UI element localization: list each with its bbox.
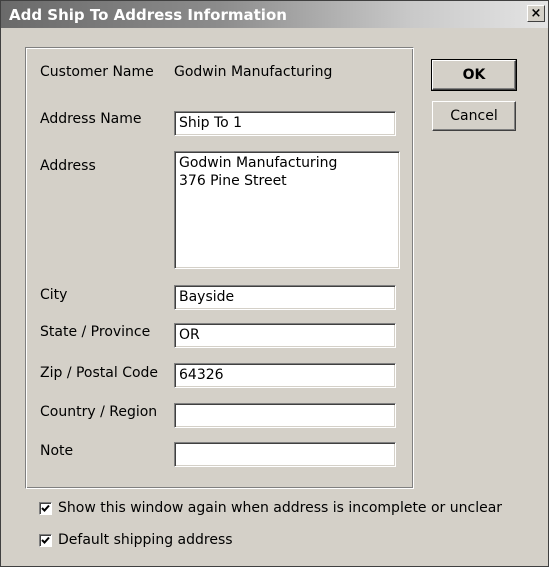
state-label: State / Province (40, 324, 151, 340)
address-textarea[interactable]: Godwin Manufacturing 376 Pine Street (174, 151, 400, 269)
zip-field[interactable]: 64326 (174, 363, 396, 388)
close-icon: × (530, 6, 542, 21)
cancel-button-label: Cancel (450, 108, 498, 124)
show-again-option[interactable]: Show this window again when address is i… (39, 500, 502, 516)
ok-button-label: OK (462, 67, 486, 83)
note-label: Note (40, 443, 74, 459)
checkmark-icon (41, 536, 50, 544)
default-shipping-option[interactable]: Default shipping address (39, 532, 233, 548)
country-label: Country / Region (40, 404, 158, 420)
cancel-button[interactable]: Cancel (432, 101, 516, 131)
ok-button[interactable]: OK (431, 59, 517, 91)
country-field[interactable] (174, 403, 396, 428)
add-ship-to-dialog: Add Ship To Address Information × Custom… (0, 0, 549, 567)
city-field[interactable]: Bayside (174, 285, 396, 310)
address-name-label: Address Name (40, 111, 142, 127)
address-name-field[interactable]: Ship To 1 (174, 111, 396, 136)
default-shipping-checkbox[interactable] (39, 533, 52, 547)
window-title: Add Ship To Address Information (9, 6, 287, 24)
default-shipping-label: Default shipping address (58, 532, 233, 548)
show-again-label: Show this window again when address is i… (58, 500, 503, 516)
state-field[interactable]: OR (174, 323, 396, 348)
note-field[interactable] (174, 442, 396, 467)
customer-name-label: Customer Name (40, 64, 154, 80)
city-label: City (40, 287, 68, 303)
customer-name-value: Godwin Manufacturing (174, 64, 333, 80)
show-again-checkbox[interactable] (39, 501, 52, 515)
title-bar[interactable]: Add Ship To Address Information × (1, 1, 548, 28)
checkmark-icon (41, 504, 50, 512)
address-label: Address (40, 158, 96, 174)
close-button[interactable]: × (527, 5, 545, 22)
zip-label: Zip / Postal Code (40, 365, 159, 381)
